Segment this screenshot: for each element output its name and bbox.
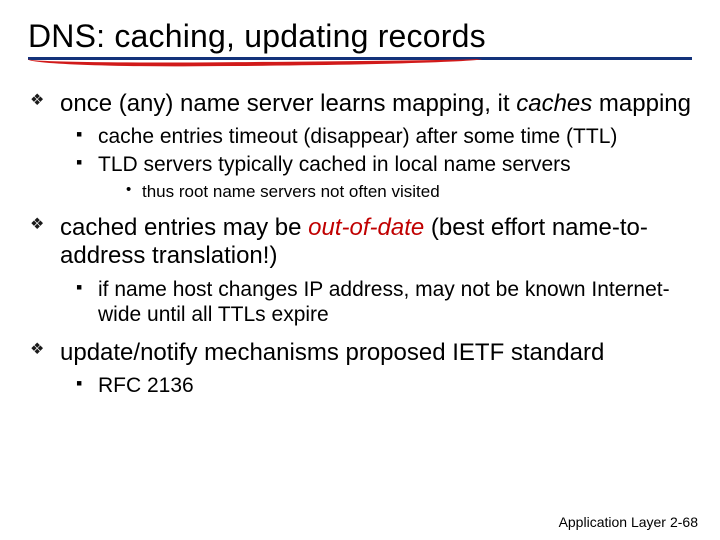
sub-item: RFC 2136: [76, 373, 692, 398]
sub-text: TLD servers typically cached in local na…: [98, 153, 571, 176]
footer-page: 2-68: [670, 514, 698, 530]
bullet-em-red: out-of-date: [308, 214, 424, 241]
bullet-text: update/notify mechanisms proposed IETF s…: [60, 339, 604, 366]
bullet-list: once (any) name server learns mapping, i…: [28, 90, 692, 398]
sub-text: if name host changes IP address, may not…: [98, 278, 670, 326]
subsub-text: thus root name servers not often visited: [142, 182, 440, 201]
bullet-text: once (any) name server learns mapping, i…: [60, 90, 516, 117]
footer-label: Application Layer: [559, 514, 666, 530]
subsub-list: thus root name servers not often visited: [98, 181, 692, 202]
sub-text: cache entries timeout (disappear) after …: [98, 125, 617, 148]
sub-text: RFC 2136: [98, 374, 194, 397]
slide-footer: Application Layer2-68: [559, 514, 698, 530]
bullet-text: cached entries may be: [60, 214, 308, 241]
bullet-em: caches: [516, 90, 592, 117]
bullet-text: mapping: [592, 90, 691, 117]
bullet-item: update/notify mechanisms proposed IETF s…: [30, 339, 692, 399]
subsub-item: thus root name servers not often visited: [126, 181, 692, 202]
sub-list: if name host changes IP address, may not…: [60, 277, 692, 327]
sub-item: cache entries timeout (disappear) after …: [76, 124, 692, 149]
bullet-item: once (any) name server learns mapping, i…: [30, 90, 692, 202]
sub-item: TLD servers typically cached in local na…: [76, 152, 692, 202]
sub-list: RFC 2136: [60, 373, 692, 398]
sub-list: cache entries timeout (disappear) after …: [60, 124, 692, 202]
sub-item: if name host changes IP address, may not…: [76, 277, 692, 327]
bullet-item: cached entries may be out-of-date (best …: [30, 214, 692, 327]
title-accent: [28, 62, 692, 72]
